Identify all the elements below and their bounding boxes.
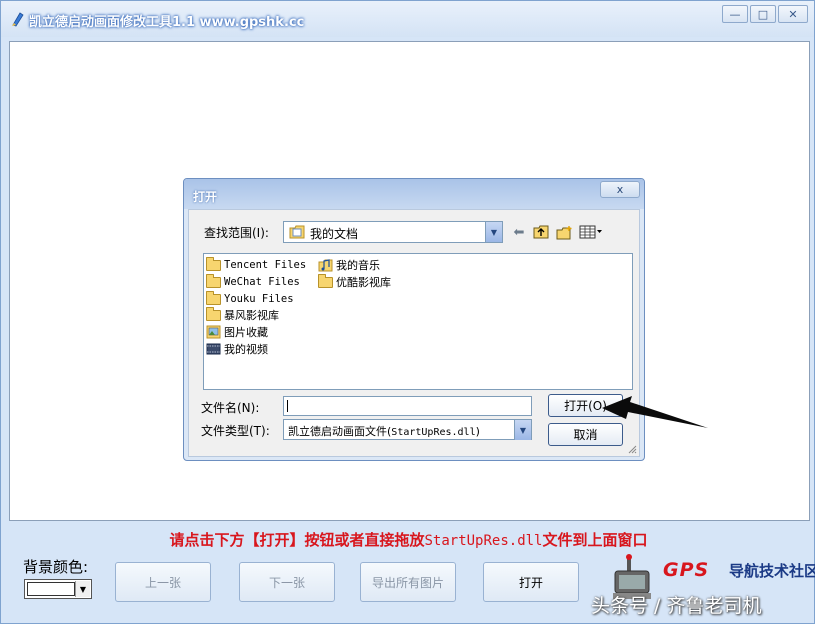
resize-grip-icon[interactable] bbox=[627, 444, 637, 454]
folder-icon bbox=[206, 273, 221, 288]
export-all-images-button[interactable]: 导出所有图片 bbox=[360, 562, 456, 602]
look-in-value: 我的文档 bbox=[310, 227, 359, 241]
logo-gps-text: GPS bbox=[663, 559, 710, 581]
next-image-button[interactable]: 下一张 bbox=[239, 562, 335, 602]
chevron-down-icon[interactable]: ▼ bbox=[485, 222, 502, 242]
background-color-picker[interactable]: ▼ bbox=[24, 579, 92, 599]
folder-icon bbox=[206, 290, 221, 305]
list-item[interactable]: Youku Files bbox=[206, 290, 294, 307]
window-title: 凯立德启动画面修改工具1.1 www.gpshk.cc bbox=[29, 15, 305, 30]
maximize-button[interactable]: □ bbox=[750, 5, 776, 23]
back-arrow-icon[interactable]: ⬅ bbox=[510, 224, 528, 240]
list-item[interactable]: WeChat Files bbox=[206, 273, 300, 290]
dialog-close-button[interactable]: x bbox=[600, 181, 640, 198]
file-name-input[interactable] bbox=[283, 396, 532, 416]
dialog-open-button[interactable]: 打开(O) bbox=[548, 394, 623, 417]
list-item[interactable]: 我的音乐 bbox=[318, 257, 380, 273]
videos-folder-icon bbox=[206, 343, 221, 355]
color-swatch bbox=[27, 582, 75, 596]
instruction-prefix: 请点击下方【打开】按钮或者直接拖放 bbox=[169, 531, 425, 549]
instruction-filename: StartUpRes.dll bbox=[424, 533, 543, 549]
documents-folder-icon bbox=[289, 225, 305, 239]
file-type-label: 文件类型(T): bbox=[201, 424, 270, 438]
minimize-button[interactable]: — bbox=[722, 5, 748, 23]
dialog-body: 查找范围(I): 我的文档 ▼ ⬅ Tencent Files WeChat F… bbox=[188, 209, 640, 457]
title-bar[interactable]: 凯立德启动画面修改工具1.1 www.gpshk.cc — □ ✕ bbox=[1, 1, 814, 37]
open-file-dialog: 打开 x 查找范围(I): 我的文档 ▼ ⬅ Tencent Files WeC… bbox=[183, 178, 645, 461]
dialog-title: 打开 bbox=[193, 190, 218, 204]
folder-icon bbox=[206, 306, 221, 321]
list-item[interactable]: 暴风影视库 bbox=[206, 306, 279, 323]
file-type-dropdown[interactable]: 凯立德启动画面文件(StartUpRes.dll) ▼ bbox=[283, 419, 532, 440]
list-item[interactable]: Tencent Files bbox=[206, 256, 306, 273]
background-color-label: 背景颜色: bbox=[23, 558, 89, 576]
folder-icon bbox=[318, 273, 333, 288]
dialog-cancel-button[interactable]: 取消 bbox=[548, 423, 623, 446]
chevron-down-icon[interactable]: ▼ bbox=[514, 420, 531, 440]
watermark: 头条号 / 齐鲁老司机 bbox=[591, 595, 762, 617]
open-button[interactable]: 打开 bbox=[483, 562, 579, 602]
look-in-label: 查找范围(I): bbox=[204, 226, 269, 240]
chevron-down-icon[interactable]: ▼ bbox=[75, 581, 90, 597]
new-folder-icon[interactable] bbox=[555, 224, 573, 240]
dialog-title-bar[interactable]: 打开 x bbox=[184, 179, 644, 209]
instruction-text: 请点击下方【打开】按钮或者直接拖放StartUpRes.dll文件到上面窗口 bbox=[1, 529, 815, 550]
file-list[interactable]: Tencent Files WeChat Files Youku Files 暴… bbox=[203, 253, 633, 390]
previous-image-button[interactable]: 上一张 bbox=[115, 562, 211, 602]
look-in-dropdown[interactable]: 我的文档 ▼ bbox=[283, 221, 503, 243]
text-caret bbox=[287, 400, 288, 412]
list-item[interactable]: 我的视频 bbox=[206, 341, 268, 357]
file-type-value: 凯立德启动画面文件(StartUpRes.dll) bbox=[288, 425, 480, 438]
up-folder-icon[interactable] bbox=[532, 224, 550, 240]
music-folder-icon bbox=[318, 259, 333, 272]
folder-icon bbox=[206, 256, 221, 271]
list-item[interactable]: 优酷影视库 bbox=[318, 273, 391, 290]
list-item[interactable]: 图片收藏 bbox=[206, 324, 268, 340]
instruction-suffix: 文件到上面窗口 bbox=[542, 531, 648, 549]
file-name-label: 文件名(N): bbox=[201, 401, 260, 415]
close-button[interactable]: ✕ bbox=[778, 5, 808, 23]
app-icon bbox=[12, 12, 24, 27]
logo-community-text: 导航技术社区 bbox=[729, 562, 815, 580]
pictures-folder-icon bbox=[206, 325, 221, 339]
view-menu-icon[interactable] bbox=[579, 224, 603, 240]
